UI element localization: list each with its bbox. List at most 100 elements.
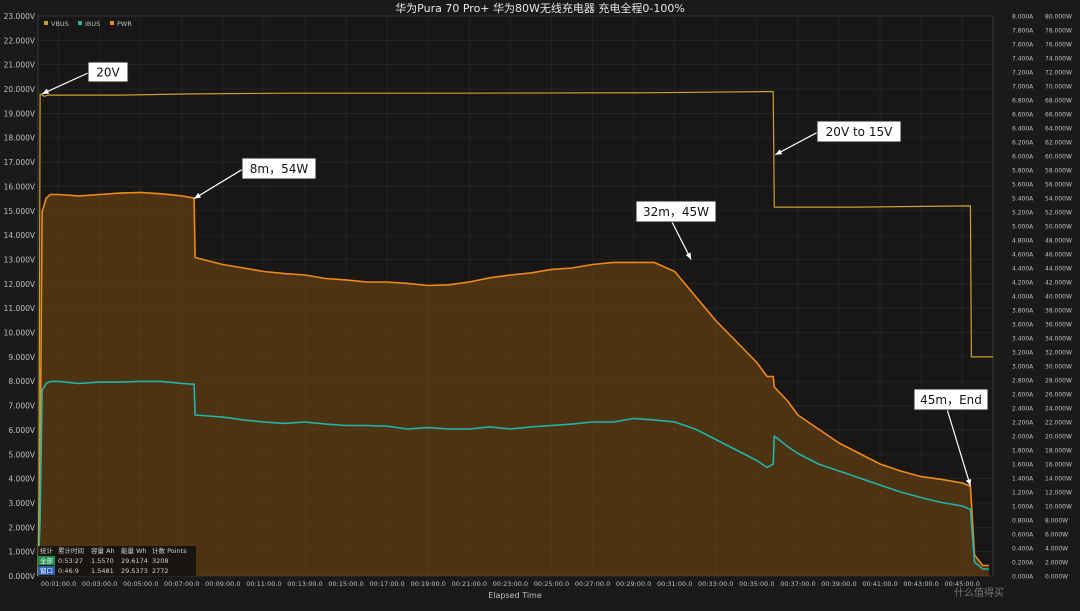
y-right-power-tick-label: 34.000W: [1045, 336, 1072, 343]
y-left-tick-label: 12.000V: [4, 280, 36, 289]
y-right-current-tick-label: 0.000A: [1012, 574, 1034, 581]
y-right-current-tick-label: 3.600A: [1012, 322, 1034, 329]
y-left-tick-label: 7.000V: [8, 402, 35, 411]
y-right-current-tick-label: 3.400A: [1012, 336, 1034, 343]
legend-label-pwr: PWR: [117, 20, 132, 28]
stats-header-cell: 能量 Wh: [121, 546, 147, 555]
y-right-current-tick-label: 5.600A: [1012, 182, 1034, 189]
stats-header-cell: 容量 Ah: [91, 546, 115, 555]
y-right-power-tick-label: 28.000W: [1045, 378, 1072, 385]
stats-cell: 窗口: [40, 566, 53, 575]
y-right-current-tick-label: 7.600A: [1012, 42, 1034, 49]
legend-label-vbus: VBUS: [51, 20, 69, 28]
x-axis-label: Elapsed Time: [488, 591, 542, 600]
y-right-power-tick-label: 26.000W: [1045, 392, 1072, 399]
x-tick-label: 00:19:00.0: [411, 580, 446, 588]
stats-table: 统计 累计时间 容量 Ah 能量 Wh 计数 Points 全部 0:53:27 1.5570…: [38, 546, 196, 576]
y-right-power-tick-label: 48.000W: [1045, 238, 1072, 245]
y-right-power-tick-label: 12.000W: [1045, 490, 1072, 497]
y-right-current-tick-label: 4.000A: [1012, 294, 1034, 301]
stats-cell: 全部: [40, 556, 54, 565]
x-tick-label: 00:37:00.0: [780, 580, 815, 588]
y-right-power-tick-label: 52.000W: [1045, 210, 1072, 217]
y-right-current-tick-label: 0.200A: [1012, 560, 1034, 567]
y-right-power-tick-label: 76.000W: [1045, 42, 1072, 49]
annotation-label: 32m，45W: [643, 205, 709, 219]
y-right-current-tick-label: 3.200A: [1012, 350, 1034, 357]
x-tick-label: 00:09:00.0: [205, 580, 240, 588]
y-left-tick-label: 2.000V: [8, 523, 35, 532]
stats-header-cell: 计数 Points: [152, 546, 187, 555]
y-right-current-tick-label: 6.200A: [1012, 140, 1034, 147]
y-right-power-tick-label: 30.000W: [1045, 364, 1072, 371]
stats-header-cell: 累计时间: [58, 546, 84, 555]
y-right-power-tick-label: 46.000W: [1045, 252, 1072, 259]
y-right-current-tick-label: 5.400A: [1012, 196, 1034, 203]
x-tick-label: 00:21:00.0: [452, 580, 487, 588]
legend-label-ibus: IBUS: [85, 20, 100, 28]
y-right-power-tick-label: 14.000W: [1045, 476, 1072, 483]
legend-swatch-ibus: [78, 21, 82, 25]
y-right-current-tick-label: 7.000A: [1012, 84, 1034, 91]
x-tick-label: 00:39:00.0: [821, 580, 856, 588]
stats-cell: 29.5373: [121, 567, 148, 575]
stats-cell: 3208: [152, 557, 169, 565]
y-right-power-tick-label: 18.000W: [1045, 448, 1072, 455]
annotation-label: 20V: [96, 66, 120, 80]
y-right-power-tick-label: 32.000W: [1045, 350, 1072, 357]
y-right-power-tick-label: 42.000W: [1045, 280, 1072, 287]
y-left-tick-label: 16.000V: [4, 182, 36, 191]
y-left-tick-label: 0.000V: [8, 572, 35, 581]
legend: VBUS IBUS PWR: [44, 20, 132, 28]
y-right-current-tick-label: 6.400A: [1012, 126, 1034, 133]
y-right-current-tick-label: 7.400A: [1012, 56, 1034, 63]
y-right-current-tick-label: 6.800A: [1012, 98, 1034, 105]
y-right-current-tick-label: 1.600A: [1012, 462, 1034, 469]
y-right-power-tick-label: 38.000W: [1045, 308, 1072, 315]
y-right-power-tick-label: 4.000W: [1045, 546, 1068, 553]
y-right-power-tick-label: 36.000W: [1045, 322, 1072, 329]
y-right-power-tick-label: 58.000W: [1045, 168, 1072, 175]
chart-root: 华为Pura 70 Pro+ 华为80W无线充电器 充电全程0-100% 0.0…: [0, 0, 1080, 607]
x-tick-label: 00:23:00.0: [493, 580, 528, 588]
annotation-label: 8m，54W: [250, 162, 309, 176]
y-right-current-tick-label: 0.400A: [1012, 546, 1034, 553]
y-right-power-tick-label: 54.000W: [1045, 196, 1072, 203]
y-right-power-tick-label: 74.000W: [1045, 56, 1072, 63]
stats-cell: 1.5570: [91, 557, 114, 565]
x-tick-label: 00:05:00.0: [123, 580, 158, 588]
y-left-tick-label: 19.000V: [4, 109, 36, 118]
y-left-tick-label: 5.000V: [8, 450, 35, 459]
y-right-power-tick-label: 56.000W: [1045, 182, 1072, 189]
x-tick-label: 00:25:00.0: [534, 580, 569, 588]
y-right-power-tick-label: 72.000W: [1045, 70, 1072, 77]
y-right-power-tick-label: 64.000W: [1045, 126, 1072, 133]
x-tick-label: 00:03:00.0: [82, 580, 117, 588]
x-tick-label: 00:35:00.0: [739, 580, 774, 588]
y-right-current-tick-label: 3.000A: [1012, 364, 1034, 371]
y-right-current-tick-label: 4.800A: [1012, 238, 1034, 245]
y-right-power-tick-label: 24.000W: [1045, 406, 1072, 413]
stats-cell: 1.5481: [91, 567, 114, 575]
y-right-current-tick-label: 2.200A: [1012, 420, 1034, 427]
x-tick-label: 00:01:00.0: [41, 580, 76, 588]
x-tick-label: 00:31:00.0: [657, 580, 692, 588]
y-right-current-tick-label: 5.000A: [1012, 224, 1034, 231]
y-left-tick-label: 14.000V: [4, 231, 36, 240]
y-right-power-tick-label: 60.000W: [1045, 154, 1072, 161]
x-tick-label: 00:29:00.0: [616, 580, 651, 588]
stats-cell: 29.6174: [121, 557, 148, 565]
y-left-tick-label: 21.000V: [4, 61, 36, 70]
y-left-tick-label: 13.000V: [4, 255, 36, 264]
x-tick-label: 00:27:00.0: [575, 580, 610, 588]
y-left-tick-label: 9.000V: [8, 353, 35, 362]
legend-swatch-vbus: [44, 21, 48, 25]
watermark: 什么值得买: [954, 586, 1004, 599]
y-right-power-tick-label: 2.000W: [1045, 560, 1068, 567]
y-right-current-tick-label: 6.000A: [1012, 154, 1034, 161]
y-right-power-tick-label: 50.000W: [1045, 224, 1072, 231]
x-tick-label: 00:17:00.0: [369, 580, 404, 588]
x-tick-label: 00:41:00.0: [862, 580, 897, 588]
y-right-power-tick-label: 16.000W: [1045, 462, 1072, 469]
y-right-current-tick-label: 3.800A: [1012, 308, 1034, 315]
